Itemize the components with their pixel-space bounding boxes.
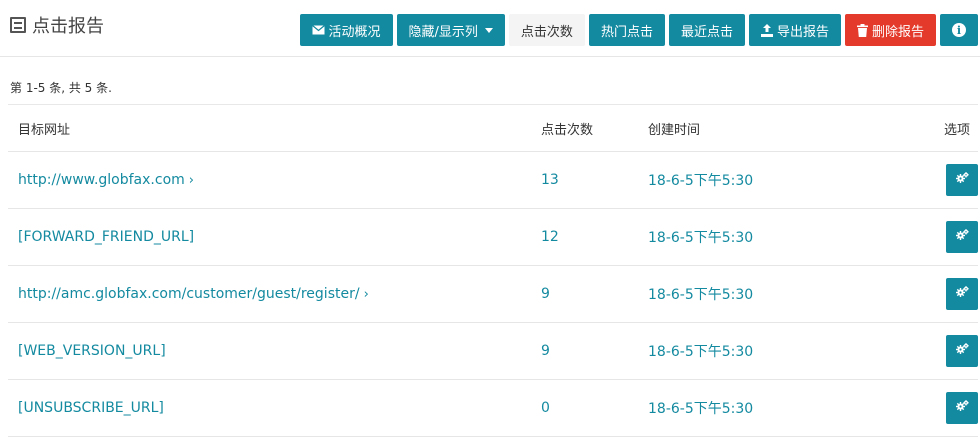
table-row: http://amc.globfax.com/customer/guest/re… (8, 266, 978, 323)
created-time: 18-6-5下午5:30 (648, 344, 754, 360)
chevron-right-icon: › (188, 173, 194, 188)
toggle-columns-button[interactable]: 隐藏/显示列 (396, 14, 505, 46)
upload-icon (760, 23, 773, 37)
table-row: [WEB_VERSION_URL] 9 18-6-5下午5:30 (8, 323, 978, 380)
row-options-button[interactable] (946, 164, 978, 196)
column-header-created: 创建时间 (648, 122, 701, 138)
target-url-link[interactable]: [FORWARD_FRIEND_URL] (18, 229, 194, 245)
click-count: 13 (541, 172, 559, 188)
table-row: [UNSUBSCRIBE_URL] 0 18-6-5下午5:30 (8, 380, 978, 437)
page-title-text: 点击报告 (32, 16, 104, 37)
gears-icon (955, 343, 969, 359)
overview-button-label: 活动概况 (328, 24, 381, 40)
toggle-columns-label: 隐藏/显示列 (408, 24, 478, 40)
gears-icon (955, 229, 969, 245)
created-time: 18-6-5下午5:30 (648, 230, 754, 246)
target-url-link[interactable]: [UNSUBSCRIBE_URL] (18, 400, 164, 416)
delete-report-button[interactable]: 删除报告 (844, 14, 936, 46)
hot-clicks-button[interactable]: 热门点击 (588, 14, 665, 46)
envelope-icon (311, 25, 325, 35)
table-header: 目标网址 点击次数 创建时间 选项 (8, 105, 978, 152)
gears-icon (955, 286, 969, 302)
click-count: 0 (541, 400, 550, 416)
export-report-button[interactable]: 导出报告 (748, 14, 841, 46)
trash-icon (856, 23, 868, 37)
info-button[interactable]: i (940, 14, 978, 46)
list-icon (10, 17, 26, 33)
table-row: http://www.globfax.com › 13 18-6-5下午5:30 (8, 152, 978, 209)
export-report-label: 导出报告 (776, 24, 829, 40)
created-time: 18-6-5下午5:30 (648, 173, 754, 189)
hot-clicks-label: 热门点击 (600, 24, 653, 40)
gears-icon (955, 172, 969, 188)
created-time: 18-6-5下午5:30 (648, 287, 754, 303)
click-count: 9 (541, 343, 550, 359)
recent-clicks-button[interactable]: 最近点击 (668, 14, 745, 46)
info-icon: i (952, 23, 966, 37)
column-header-url: 目标网址 (18, 122, 71, 138)
row-options-button[interactable] (946, 221, 978, 253)
row-options-button[interactable] (946, 392, 978, 424)
click-count: 12 (541, 229, 559, 245)
click-count: 9 (541, 286, 550, 302)
created-time: 18-6-5下午5:30 (648, 401, 754, 417)
result-summary: 第 1-5 条, 共 5 条. (10, 81, 112, 95)
recent-clicks-label: 最近点击 (680, 24, 733, 40)
overview-button[interactable]: 活动概况 (299, 14, 393, 46)
clicks-table: 目标网址 点击次数 创建时间 选项 http://www.globfax.com… (8, 104, 978, 437)
target-url-link[interactable]: http://amc.globfax.com/customer/guest/re… (18, 286, 369, 302)
caret-down-icon (484, 27, 493, 33)
clicks-button-label: 点击次数 (520, 24, 573, 40)
table-row: [FORWARD_FRIEND_URL] 12 18-6-5下午5:30 (8, 209, 978, 266)
table-body: http://www.globfax.com› 13 18-6-5下午5:30 (8, 152, 978, 437)
chevron-right-icon: › (363, 287, 369, 302)
clicks-button[interactable]: 点击次数 (508, 14, 585, 46)
row-options-button[interactable] (946, 335, 978, 367)
delete-report-label: 删除报告 (871, 24, 924, 40)
gears-icon (955, 400, 969, 416)
column-header-clicks: 点击次数 (541, 122, 594, 138)
page-header: 点击报告 活动概况 隐藏/显示列 点击次数 热门点击 最近点击 导出报告 删除报… (0, 0, 980, 57)
column-header-options: 选项 (943, 122, 970, 138)
row-options-button[interactable] (946, 278, 978, 310)
target-url-link[interactable]: http://www.globfax.com › (18, 172, 194, 188)
page-title: 点击报告 (10, 12, 104, 38)
toolbar: 活动概况 隐藏/显示列 点击次数 热门点击 最近点击 导出报告 删除报告 i (299, 14, 978, 46)
target-url-link[interactable]: [WEB_VERSION_URL] (18, 343, 166, 359)
